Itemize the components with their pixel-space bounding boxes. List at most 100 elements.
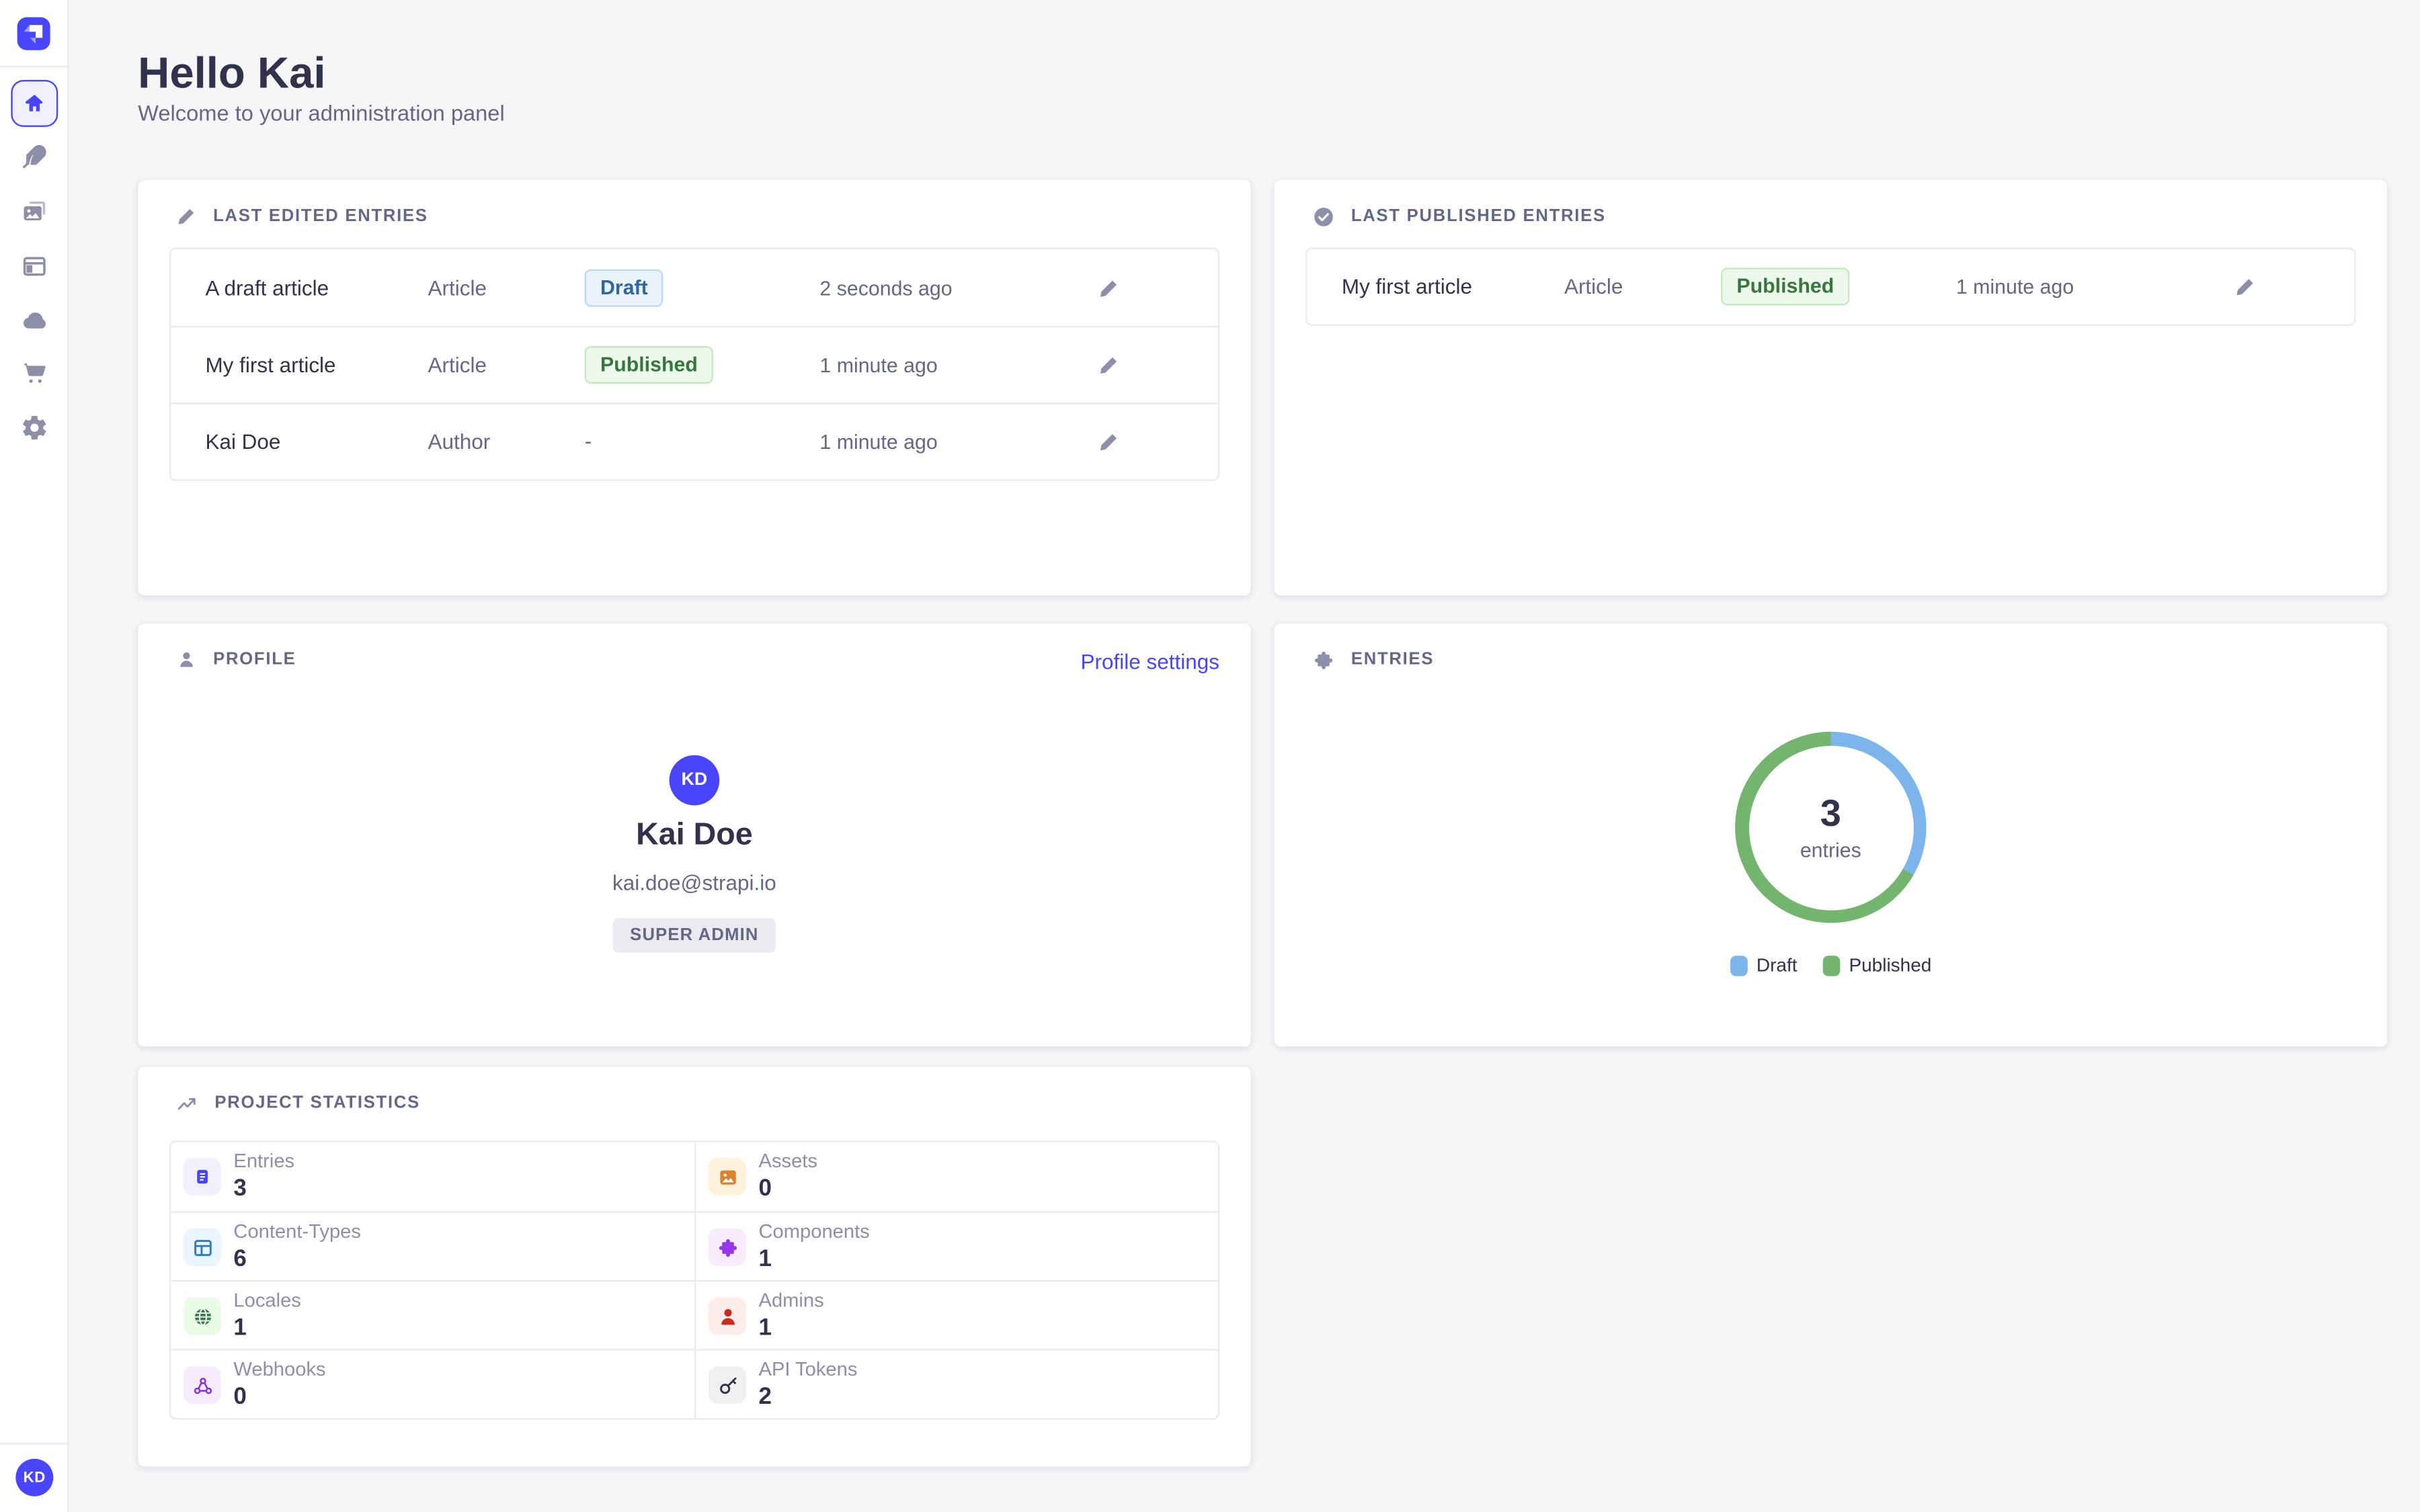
sidebar-divider <box>0 66 69 67</box>
stat-content-types: Content-Types 6 <box>171 1211 694 1280</box>
image-icon <box>709 1158 746 1195</box>
panel-label: LAST PUBLISHED ENTRIES <box>1351 207 1606 226</box>
stat-components: Components 1 <box>694 1211 1218 1280</box>
sidebar-item-deploy[interactable] <box>0 306 69 335</box>
sidebar-item-content-type-builder[interactable] <box>0 252 69 280</box>
sidebar-item-marketplace[interactable] <box>0 359 69 387</box>
entry-name: A draft article <box>205 276 329 299</box>
stat-value: 1 <box>758 1314 823 1341</box>
stat-label: API Tokens <box>758 1359 857 1381</box>
pencil-icon <box>175 205 198 227</box>
panel-header: PROFILE <box>175 647 296 672</box>
legend-label: Draft <box>1757 954 1798 976</box>
panel-label: PROFILE <box>213 650 296 669</box>
status-badge: Published <box>1721 267 1849 306</box>
profile-avatar: KD <box>670 755 720 806</box>
user-icon <box>709 1298 746 1335</box>
published-color-chip <box>1822 955 1840 975</box>
panel-label: PROJECT STATISTICS <box>214 1093 420 1112</box>
sidebar-item-home[interactable] <box>11 80 58 127</box>
stat-label: Locales <box>233 1290 300 1312</box>
edit-entry-button[interactable] <box>1094 350 1123 380</box>
edit-entry-button[interactable] <box>1094 427 1123 456</box>
entries-total: 3 <box>1820 793 1841 837</box>
sidebar-divider <box>0 1443 69 1444</box>
panel-header: ENTRIES <box>1312 647 1435 672</box>
key-icon <box>709 1366 746 1404</box>
panel-label: ENTRIES <box>1351 650 1434 669</box>
panel-header: PROJECT STATISTICS <box>175 1091 420 1116</box>
profile-email: kai.doe@strapi.io <box>138 871 1250 894</box>
stat-value: 0 <box>233 1384 325 1411</box>
stat-value: 3 <box>233 1175 294 1202</box>
sidebar-user-avatar[interactable]: KD <box>15 1459 53 1497</box>
stat-value: 2 <box>758 1384 857 1411</box>
stat-value: 1 <box>758 1246 869 1273</box>
entry-type: Article <box>428 353 487 377</box>
webhook-icon <box>184 1366 221 1404</box>
puzzle-icon <box>1312 648 1336 671</box>
last-edited-table: A draft article Article Draft 2 seconds … <box>169 247 1219 480</box>
stat-locales: Locales 1 <box>171 1280 694 1349</box>
panel-header: LAST PUBLISHED ENTRIES <box>1312 204 1606 228</box>
trending-up-icon <box>175 1091 199 1115</box>
stats-grid: Entries 3 Assets 0 <box>169 1140 1219 1419</box>
status-badge: - <box>585 429 592 456</box>
table-row: My first article Article Published 1 min… <box>1307 249 2355 325</box>
chart-legend: Draft Published <box>1275 954 2387 976</box>
entries-panel: ENTRIES 3 entries Draft Published <box>1275 624 2387 1047</box>
stat-label: Content-Types <box>233 1220 361 1243</box>
entries-donut-chart: 3 entries <box>1735 732 1926 923</box>
globe-icon <box>184 1298 221 1335</box>
stat-api-tokens: API Tokens 2 <box>694 1349 1218 1419</box>
profile-name: Kai Doe <box>138 818 1250 854</box>
documents-icon <box>184 1158 221 1195</box>
project-statistics-panel: PROJECT STATISTICS Entries 3 <box>138 1067 1250 1467</box>
page-subtitle: Welcome to your administration panel <box>138 100 505 125</box>
stat-label: Entries <box>233 1150 294 1172</box>
stat-label: Assets <box>758 1150 817 1172</box>
cloud-icon <box>19 306 49 335</box>
legend-item-published: Published <box>1822 954 1932 976</box>
entry-time: 1 minute ago <box>1956 275 2074 298</box>
strapi-logo[interactable] <box>17 17 50 50</box>
stat-admins: Admins 1 <box>694 1280 1218 1349</box>
legend-item-draft: Draft <box>1730 954 1797 976</box>
edit-entry-button[interactable] <box>2230 272 2260 302</box>
status-badge: Draft <box>585 269 663 307</box>
stat-webhooks: Webhooks 0 <box>171 1349 694 1419</box>
entries-unit: entries <box>1800 838 1861 862</box>
donut-center: 3 entries <box>1735 732 1926 923</box>
entry-name: Kai Doe <box>205 430 280 454</box>
entry-type: Article <box>428 276 487 299</box>
edit-entry-button[interactable] <box>1094 273 1123 302</box>
cart-icon <box>20 359 48 387</box>
table-row: A draft article Article Draft 2 seconds … <box>171 249 1218 326</box>
entry-type: Article <box>1564 275 1623 298</box>
feather-icon <box>20 142 48 171</box>
entry-time: 1 minute ago <box>819 353 937 377</box>
legend-label: Published <box>1849 954 1931 976</box>
table-row: My first article Article Published 1 min… <box>171 326 1218 403</box>
entry-type: Author <box>428 430 491 454</box>
puzzle-icon <box>709 1228 746 1266</box>
stat-label: Components <box>758 1220 869 1243</box>
strapi-admin-dashboard: KD Hello Kai Welcome to your administrat… <box>0 0 2420 1512</box>
entry-time: 2 seconds ago <box>819 276 952 299</box>
check-circle-icon <box>1312 204 1336 228</box>
layout-icon <box>184 1228 221 1266</box>
sidebar-item-settings[interactable] <box>0 414 69 442</box>
sidebar-item-media-library[interactable] <box>0 198 69 226</box>
strapi-logo-icon <box>17 17 50 50</box>
panel-header: LAST EDITED ENTRIES <box>175 204 428 228</box>
entry-name: My first article <box>205 353 335 377</box>
sidebar: KD <box>0 0 69 1512</box>
images-icon <box>20 198 48 226</box>
profile-settings-link[interactable]: Profile settings <box>1081 650 1219 674</box>
stat-value: 6 <box>233 1246 361 1273</box>
last-edited-entries-panel: LAST EDITED ENTRIES A draft article Arti… <box>138 180 1250 595</box>
sidebar-item-content-manager[interactable] <box>0 142 69 171</box>
entry-time: 1 minute ago <box>819 430 937 454</box>
profile-panel: PROFILE Profile settings KD Kai Doe kai.… <box>138 624 1250 1047</box>
stat-entries: Entries 3 <box>171 1142 694 1212</box>
